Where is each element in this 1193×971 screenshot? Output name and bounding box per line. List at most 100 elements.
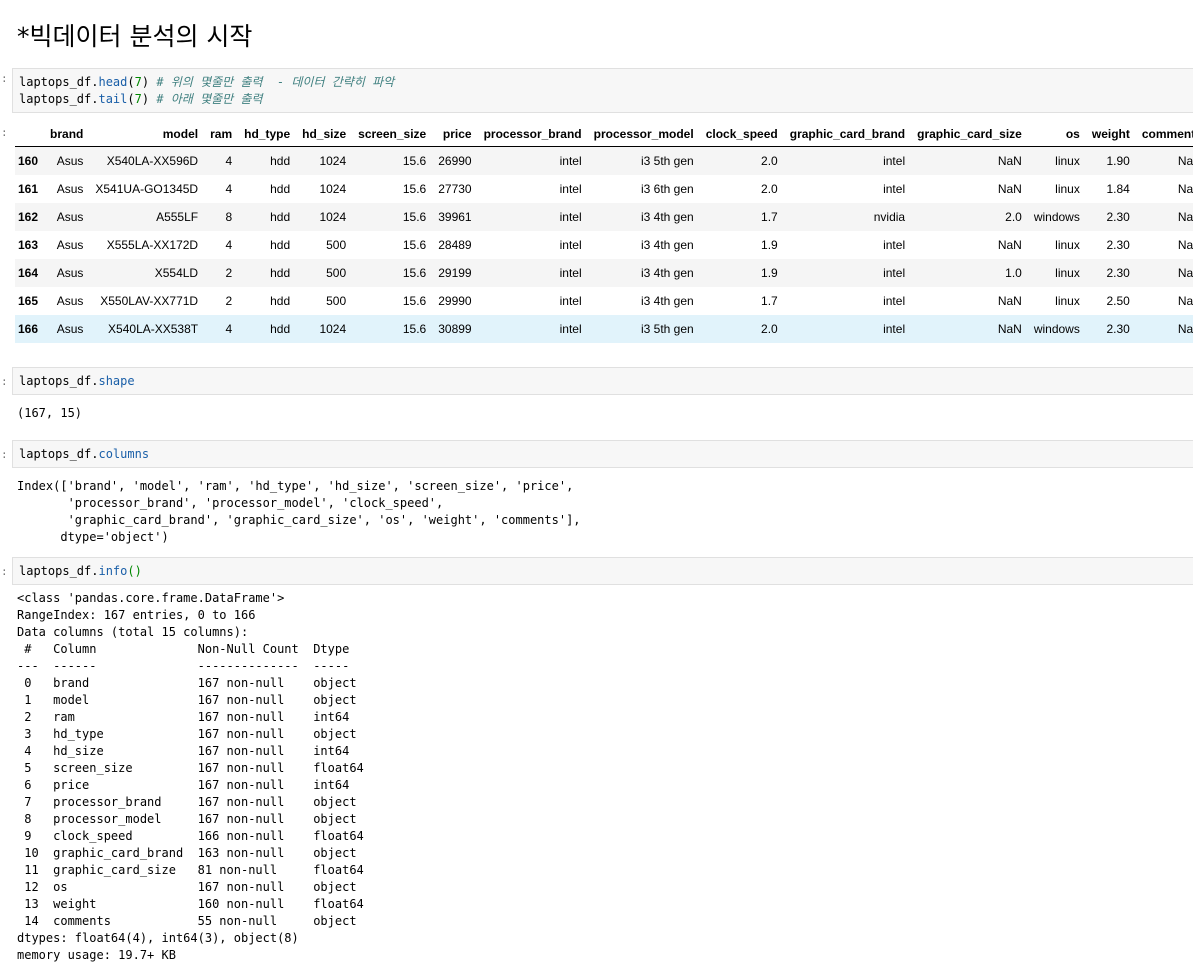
table-cell: 29199 — [438, 266, 472, 280]
table-cell: 1024 — [319, 210, 347, 224]
table-cell: X541UA-GO1345D — [95, 182, 199, 196]
table-cell: 2.0 — [761, 182, 778, 196]
row-index: 163 — [18, 238, 39, 252]
table-cell: NaN — [997, 154, 1022, 168]
table-cell: intel — [559, 210, 582, 224]
table-cell: 1.84 — [1106, 182, 1130, 196]
table-cell: i3 5th gen — [640, 154, 694, 168]
table-cell: NaN — [1177, 154, 1193, 168]
column-header: comments — [1135, 122, 1193, 147]
table-cell: 1024 — [319, 182, 347, 196]
table-cell: Asus — [56, 238, 84, 252]
table-cell: 500 — [326, 294, 347, 308]
table-cell: 15.6 — [402, 182, 427, 196]
table-cell: A555LF — [156, 210, 199, 224]
table-cell: linux — [1055, 182, 1080, 196]
cell-prompt: : — [1, 72, 8, 85]
table-cell: 500 — [326, 238, 347, 252]
column-header: brand — [44, 122, 90, 147]
table-cell: hdd — [270, 210, 291, 224]
table-cell: intel — [559, 238, 582, 252]
table-cell: linux — [1055, 154, 1080, 168]
code-cell-info[interactable]: laptops_df.info() — [12, 557, 1193, 585]
table-cell: 15.6 — [402, 154, 427, 168]
table-cell: 8 — [225, 210, 233, 224]
table-cell: i3 6th gen — [640, 182, 694, 196]
code-cell-columns[interactable]: laptops_df.columns — [12, 440, 1193, 468]
table-cell: 29990 — [438, 294, 472, 308]
column-header: weight — [1085, 122, 1136, 147]
table-cell: intel — [559, 266, 582, 280]
cell-prompt: : — [1, 375, 8, 388]
table-cell: hdd — [270, 154, 291, 168]
table-cell: linux — [1055, 266, 1080, 280]
table-cell: Asus — [56, 294, 84, 308]
row-index: 166 — [18, 322, 39, 336]
table-cell: i3 4th gen — [640, 294, 694, 308]
table-cell: 2 — [225, 266, 233, 280]
table-cell: intel — [559, 322, 582, 336]
table-cell: 15.6 — [402, 322, 427, 336]
table-cell: 2.0 — [1005, 210, 1022, 224]
code-token: head — [98, 75, 128, 89]
table-cell: i3 4th gen — [640, 238, 694, 252]
code-cell-head-tail[interactable]: laptops_df.head(7) # 위의 몇줄만 출력 - 데이터 간략히… — [12, 68, 1193, 113]
table-cell: hdd — [270, 322, 291, 336]
table-cell: 27730 — [438, 182, 472, 196]
row-index: 162 — [18, 210, 39, 224]
table-cell: 2.0 — [761, 322, 778, 336]
code-editor[interactable]: laptops_df.columns — [19, 446, 149, 463]
table-cell: intel — [883, 266, 906, 280]
table-cell: X550LAV-XX771D — [100, 294, 199, 308]
table-row: 165 Asus X550LAV-XX771D 2 hdd 500 15.6 29990 int… — [15, 287, 1193, 315]
table-cell: NaN — [1177, 238, 1193, 252]
table-cell: intel — [559, 294, 582, 308]
table-cell: nvidia — [873, 210, 906, 224]
table-cell: linux — [1055, 294, 1080, 308]
code-token: laptops_df. — [19, 92, 99, 106]
code-cell-shape[interactable]: laptops_df.shape — [12, 367, 1193, 395]
row-index: 161 — [18, 182, 39, 196]
table-cell: Asus — [56, 210, 84, 224]
code-token: tail — [98, 92, 128, 106]
table-cell: intel — [883, 182, 906, 196]
table-row: 162 Asus A555LF 8 hdd 1024 15.6 39961 intel i3 4t… — [15, 203, 1193, 231]
table-cell: intel — [559, 182, 582, 196]
table-cell: intel — [559, 154, 582, 168]
output-shape: (167, 15) — [17, 406, 83, 420]
table-cell: 4 — [225, 322, 233, 336]
code-token: ) — [141, 75, 150, 89]
table-cell: 2.30 — [1106, 322, 1130, 336]
code-editor[interactable]: laptops_df.info() — [19, 563, 142, 580]
table-cell: 2.0 — [761, 154, 778, 168]
table-cell: NaN — [997, 182, 1022, 196]
table-cell: NaN — [1177, 294, 1193, 308]
table-cell: NaN — [997, 322, 1022, 336]
code-token: columns — [98, 447, 150, 461]
table-cell: 39961 — [438, 210, 472, 224]
table-cell: 1.7 — [761, 294, 778, 308]
row-index: 160 — [18, 154, 39, 168]
code-editor[interactable]: laptops_df.head(7) # 위의 몇줄만 출력 - 데이터 간략히… — [19, 74, 394, 108]
code-token: shape — [98, 374, 135, 388]
column-header: hd_type — [238, 122, 297, 147]
code-token: laptops_df. — [19, 75, 99, 89]
table-cell: 2 — [225, 294, 233, 308]
code-editor[interactable]: laptops_df.shape — [19, 373, 135, 390]
column-header: os — [1027, 122, 1086, 147]
table-cell: NaN — [1177, 322, 1193, 336]
table-cell: i3 5th gen — [640, 322, 694, 336]
row-index: 165 — [18, 294, 39, 308]
table-cell: 15.6 — [402, 266, 427, 280]
column-header: clock_speed — [699, 122, 784, 147]
table-cell: NaN — [997, 294, 1022, 308]
table-cell: 1024 — [319, 322, 347, 336]
table-cell: 28489 — [438, 238, 472, 252]
table-cell: 500 — [326, 266, 347, 280]
table-cell: Asus — [56, 266, 84, 280]
table-cell: hdd — [270, 294, 291, 308]
table-row: 164 Asus X554LD 2 hdd 500 15.6 29199 intel i3 4th… — [15, 259, 1193, 287]
table-cell: Asus — [56, 322, 84, 336]
code-token: ( — [127, 92, 135, 106]
output-columns: Index(['brand', 'model', 'ram', 'hd_type… — [17, 479, 581, 544]
